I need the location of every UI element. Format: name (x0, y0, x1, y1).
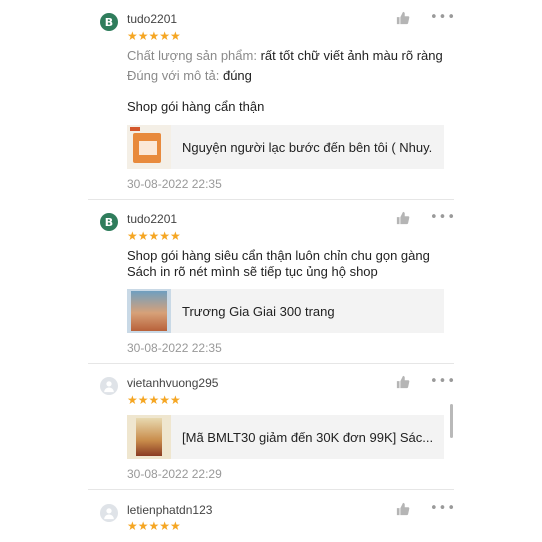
divider (88, 363, 454, 364)
review-date: 30-08-2022 22:35 (127, 341, 222, 355)
avatar[interactable]: B (100, 13, 118, 31)
rating-stars: ★★★★★ (127, 29, 181, 43)
product-card[interactable]: [Mã BMLT30 giảm đến 30K đơn 99K] Sác... (127, 415, 444, 459)
more-options-icon[interactable]: ••• (430, 10, 456, 25)
thumbs-up-icon[interactable] (396, 211, 410, 225)
review-comment: Shop gói hàng siêu cẩn thận luôn chỉn ch… (127, 248, 430, 263)
description-match-attribute: Đúng với mô tả: đúng (127, 68, 252, 83)
review-date: 30-08-2022 22:29 (127, 467, 222, 481)
attribute-label: Đúng với mô tả: (127, 68, 220, 83)
review-date: 30-08-2022 22:35 (127, 177, 222, 191)
avatar[interactable] (100, 504, 118, 522)
attribute-value: đúng (222, 68, 252, 83)
review-comment: Shop gói hàng cẩn thận (127, 99, 265, 114)
username[interactable]: vietanhvuong295 (127, 376, 218, 390)
username[interactable]: letienphatdn123 (127, 503, 212, 517)
review-comment: Sách in rõ nét mình sẽ tiếp tục ủng hộ s… (127, 264, 378, 279)
product-title[interactable]: Trương Gia Giai 300 trang (182, 304, 432, 319)
attribute-label: Chất lượng sản phẩm: (127, 48, 257, 63)
product-card[interactable]: Nguyện người lạc bước đến bên tôi ( Nhuy… (127, 125, 444, 169)
quality-attribute: Chất lượng sản phẩm: rất tốt chữ viết ản… (127, 48, 443, 63)
username[interactable]: tudo2201 (127, 12, 177, 26)
rating-stars: ★★★★★ (127, 519, 181, 533)
product-thumbnail (127, 415, 171, 459)
product-thumbnail (127, 125, 171, 169)
product-title[interactable]: [Mã BMLT30 giảm đến 30K đơn 99K] Sác... (182, 430, 432, 445)
attribute-value: rất tốt chữ viết ảnh màu rõ ràng (260, 48, 443, 63)
username[interactable]: tudo2201 (127, 212, 177, 226)
user-icon (104, 381, 114, 393)
more-options-icon[interactable]: ••• (430, 374, 456, 389)
divider (88, 199, 454, 200)
avatar[interactable] (100, 377, 118, 395)
divider (88, 489, 454, 490)
product-thumbnail (127, 289, 171, 333)
rating-stars: ★★★★★ (127, 393, 181, 407)
thumbs-up-icon[interactable] (396, 375, 410, 389)
product-card[interactable]: Trương Gia Giai 300 trang (127, 289, 444, 333)
thumbs-up-icon[interactable] (396, 502, 410, 516)
rating-stars: ★★★★★ (127, 229, 181, 243)
thumbs-up-icon[interactable] (396, 11, 410, 25)
user-icon (104, 508, 114, 520)
more-options-icon[interactable]: ••• (430, 501, 456, 516)
product-title[interactable]: Nguyện người lạc bước đến bên tôi ( Nhuy… (182, 140, 432, 155)
scrollbar[interactable] (450, 404, 453, 438)
avatar[interactable]: B (100, 213, 118, 231)
more-options-icon[interactable]: ••• (430, 210, 456, 225)
